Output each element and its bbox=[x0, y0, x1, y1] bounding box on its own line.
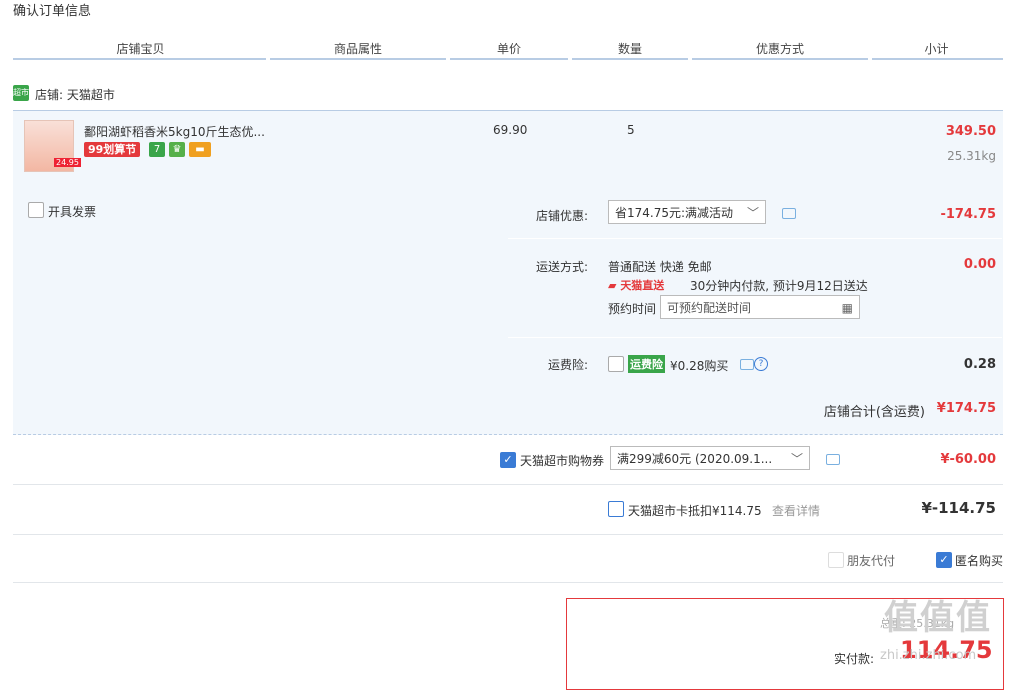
calendar-icon: ▦ bbox=[841, 301, 853, 315]
appointment-label: 预约时间 bbox=[608, 302, 657, 316]
insurance-price: ¥0.28购买 bbox=[670, 359, 729, 373]
col-divider bbox=[13, 58, 266, 60]
invoice-label: 开具发票 bbox=[48, 205, 97, 219]
shop-discount-value: -174.75 bbox=[940, 207, 996, 222]
col-divider bbox=[692, 58, 868, 60]
site-watermark-logo: 值值值 bbox=[884, 598, 992, 638]
coupon-label: 天猫超市购物券 bbox=[520, 454, 605, 468]
insurance-tag: 运费险 bbox=[628, 355, 665, 373]
shop-discount-selected: 省174.75元:满减活动 bbox=[615, 206, 734, 220]
divider bbox=[13, 534, 1003, 535]
crown-guarantee-icon: ♛ bbox=[169, 142, 185, 157]
thumbnail-price: 24.95 bbox=[54, 158, 81, 167]
actual-pay-label: 实付款: bbox=[834, 652, 875, 666]
item-weight: 25.31kg bbox=[947, 149, 996, 163]
col-header-discount: 优惠方式 bbox=[755, 42, 804, 56]
friend-pay-label: 朋友代付 bbox=[847, 554, 896, 568]
appointment-time-input[interactable]: 可预约配送时间 ▦ bbox=[660, 295, 860, 319]
coupon-select[interactable]: 满299减60元 (2020.09.1... ﹀ bbox=[610, 446, 810, 470]
unit-price: 69.90 bbox=[493, 123, 528, 137]
card-deduct-label: 天猫超市卡抵扣¥114.75 bbox=[628, 504, 762, 518]
site-watermark-url: zhi.zhi.zhi.com bbox=[880, 648, 977, 663]
divider bbox=[508, 337, 1002, 338]
insurance-value: 0.28 bbox=[963, 357, 996, 372]
shipping-method: 普通配送 快递 免邮 bbox=[608, 260, 712, 274]
chat-bubble-icon[interactable] bbox=[826, 454, 840, 465]
card-deduct-value: ¥-114.75 bbox=[921, 499, 996, 517]
chevron-down-icon: ﹀ bbox=[746, 206, 759, 220]
friend-pay-checkbox[interactable] bbox=[828, 552, 844, 568]
tmall-direct-text: 天猫直送 bbox=[620, 279, 665, 292]
col-header-quantity: 数量 bbox=[617, 42, 642, 56]
insurance-checkbox[interactable] bbox=[608, 356, 624, 372]
insurance-label: 运费险: bbox=[547, 358, 588, 372]
page-title: 确认订单信息 bbox=[13, 4, 92, 19]
delivery-note: 30分钟内付款, 预计9月12日送达 bbox=[690, 279, 868, 293]
shop-discount-label: 店铺优惠: bbox=[535, 209, 588, 223]
tmall-direct-badge: ▰ 天猫直送 bbox=[608, 277, 664, 293]
shop-discount-select[interactable]: 省174.75元:满减活动 ﹀ bbox=[608, 200, 766, 224]
quantity: 5 bbox=[627, 123, 635, 137]
anonymous-label: 匿名购买 bbox=[955, 554, 1004, 568]
shipping-label: 运送方式: bbox=[535, 260, 588, 274]
chevron-down-icon: ﹀ bbox=[790, 452, 803, 466]
shipping-value: 0.00 bbox=[963, 257, 996, 272]
col-header-unit-price: 单价 bbox=[496, 42, 521, 56]
coupon-selected: 满299减60元 (2020.09.1... bbox=[617, 452, 773, 466]
seven-day-return-icon: 7 bbox=[149, 142, 165, 157]
help-icon[interactable]: ? bbox=[754, 357, 768, 371]
supermarket-icon: 超市 bbox=[13, 85, 29, 101]
shop-name[interactable]: 店铺: 天猫超市 bbox=[35, 86, 115, 103]
card-details-link[interactable]: 查看详情 bbox=[772, 502, 820, 519]
promo-festival-tag: 99划算节 bbox=[84, 142, 141, 157]
divider bbox=[13, 484, 1003, 485]
item-subtotal: 349.50 bbox=[945, 124, 996, 139]
col-divider bbox=[270, 58, 446, 60]
col-divider bbox=[872, 58, 1003, 60]
card-deduct-checkbox[interactable] bbox=[608, 501, 624, 517]
col-header-subtotal: 小计 bbox=[924, 42, 949, 56]
col-header-attributes: 商品属性 bbox=[333, 42, 382, 56]
coupon-checkbox[interactable]: ✓ bbox=[500, 452, 516, 468]
invoice-checkbox[interactable] bbox=[28, 202, 44, 218]
divider bbox=[13, 582, 1003, 583]
col-divider bbox=[450, 58, 568, 60]
shop-total-value: ¥174.75 bbox=[936, 401, 996, 416]
appointment-placeholder: 可预约配送时间 bbox=[667, 301, 752, 315]
chat-bubble-icon[interactable] bbox=[782, 208, 796, 219]
product-name-link[interactable]: 鄱阳湖虾稻香米5kg10斤生态优... bbox=[84, 123, 265, 140]
chat-bubble-icon[interactable] bbox=[740, 359, 754, 370]
coupon-value: ¥-60.00 bbox=[940, 452, 996, 467]
col-header-shop-item: 店铺宝贝 bbox=[116, 42, 165, 56]
anonymous-checkbox[interactable]: ✓ bbox=[936, 552, 952, 568]
tmall-cat-icon: ▰ bbox=[608, 279, 617, 292]
col-divider bbox=[572, 58, 688, 60]
card-payment-icon: ▬ bbox=[189, 142, 211, 157]
